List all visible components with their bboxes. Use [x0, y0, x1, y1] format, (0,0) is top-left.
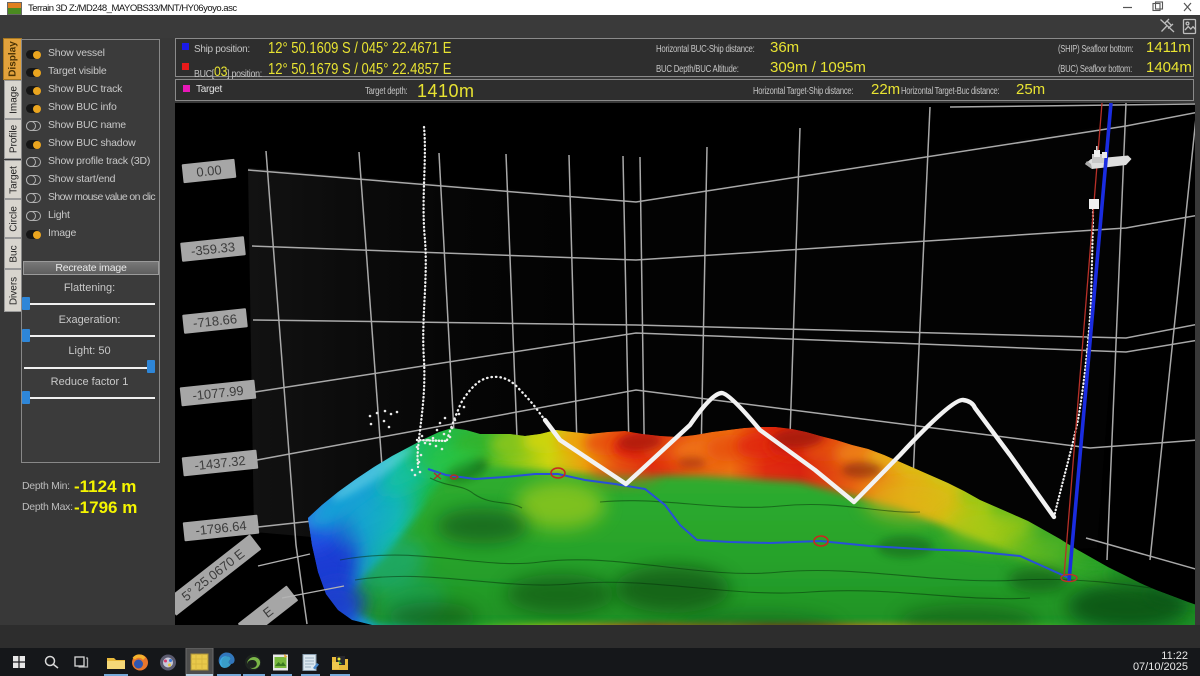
- svg-text:0.00: 0.00: [196, 162, 223, 180]
